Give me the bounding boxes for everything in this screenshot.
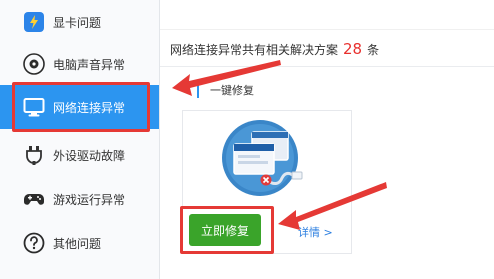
sidebar-item-label: 外设驱动故障 (53, 148, 126, 163)
sidebar: 显卡问题 电脑声音异常 网络连接异常 外设驱动故障 游戏运行异常 其他问题 (0, 0, 160, 279)
sidebar-item-label: 网络连接异常 (53, 100, 126, 115)
divider (160, 66, 494, 67)
question-icon (23, 232, 45, 254)
gamepad-icon (24, 194, 44, 205)
network-error-illustration (222, 120, 303, 196)
sidebar-item-graphics[interactable]: 显卡问题 (0, 0, 159, 44)
top-strip (160, 0, 494, 30)
main-panel: 网络连接异常共有相关解决方案 28 条 一键修复 立即修复 详情 > (160, 0, 494, 279)
usb-plug-icon (26, 146, 42, 165)
sidebar-item-sound[interactable]: 电脑声音异常 (0, 42, 159, 86)
solution-count: 28 (343, 40, 363, 58)
sidebar-item-games[interactable]: 游戏运行异常 (0, 177, 159, 221)
sidebar-item-label: 其他问题 (53, 236, 102, 251)
speaker-icon (23, 53, 45, 75)
sidebar-item-label: 显卡问题 (53, 15, 102, 30)
solutions-summary: 网络连接异常共有相关解决方案 28 条 (170, 40, 379, 58)
monitor-icon (23, 98, 45, 117)
details-link[interactable]: 详情 > (298, 224, 333, 240)
sidebar-item-label: 电脑声音异常 (53, 57, 126, 72)
tab-one-click-repair[interactable]: 一键修复 (197, 84, 254, 98)
sidebar-item-network[interactable]: 网络连接异常 (0, 85, 159, 129)
fix-now-button[interactable]: 立即修复 (189, 214, 261, 246)
graphics-card-icon (24, 12, 44, 32)
sidebar-item-other[interactable]: 其他问题 (0, 221, 159, 265)
summary-prefix: 网络连接异常共有相关解决方案 (170, 43, 339, 57)
sidebar-item-label: 游戏运行异常 (53, 192, 126, 207)
summary-suffix: 条 (367, 43, 380, 57)
sidebar-item-peripheral[interactable]: 外设驱动故障 (0, 133, 159, 177)
